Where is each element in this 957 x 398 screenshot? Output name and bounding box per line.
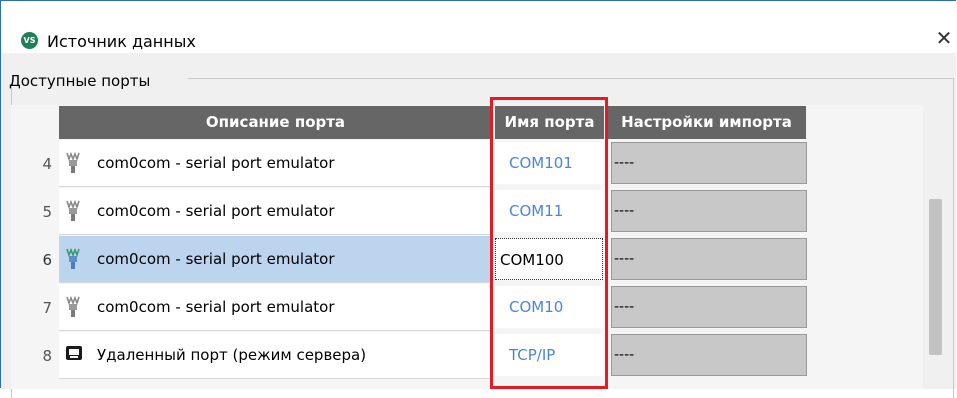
port-description: com0com - serial port emulator: [97, 154, 335, 172]
window-title: Источник данных: [47, 32, 196, 51]
port-name: COM11: [509, 202, 564, 220]
port-name-cell[interactable]: TCP/IP: [495, 334, 603, 376]
table-row[interactable]: 4 com0com - serial port emulator COM101 ---…: [11, 140, 811, 188]
table-row[interactable]: 6 com0com - serial port emulator COM100 ---…: [11, 236, 811, 284]
serial-port-icon: [65, 247, 81, 270]
port-description-cell[interactable]: com0com - serial port emulator: [59, 284, 493, 331]
column-header-port-name[interactable]: Имя порта: [495, 106, 605, 139]
port-name: COM101: [509, 154, 573, 172]
table-row[interactable]: 5 com0com - serial port emulator COM11 ----: [11, 188, 811, 236]
serial-port-icon: [65, 199, 81, 222]
data-source-dialog: VS Источник данных ✕ Доступные порты Опи…: [0, 0, 956, 398]
serial-port-icon: [65, 295, 81, 318]
port-name: COM10: [509, 298, 564, 316]
vertical-scrollbar[interactable]: [925, 105, 945, 389]
dialog-body: Доступные порты Описание порта Имя порта…: [1, 53, 956, 398]
table-row[interactable]: 7 com0com - serial port emulator COM10 ----: [11, 284, 811, 332]
import-settings-value: ----: [614, 203, 635, 219]
ports-table: Описание порта Имя порта Настройки импор…: [11, 105, 923, 389]
import-settings-cell[interactable]: ----: [611, 238, 807, 280]
port-description-cell[interactable]: Удаленный порт (режим сервера): [59, 332, 493, 379]
port-description: com0com - serial port emulator: [97, 202, 335, 220]
port-name-cell[interactable]: COM100: [495, 238, 603, 280]
port-name: COM100: [500, 251, 564, 269]
import-settings-cell[interactable]: ----: [611, 142, 807, 184]
app-icon: VS: [21, 32, 38, 49]
row-number: 4: [42, 155, 52, 173]
import-settings-value: ----: [614, 347, 635, 363]
row-number: 8: [42, 347, 52, 365]
import-settings-value: ----: [614, 299, 635, 315]
import-settings-value: ----: [614, 155, 635, 171]
close-icon[interactable]: ✕: [933, 27, 955, 49]
port-name: TCP/IP: [509, 346, 556, 364]
port-description-cell[interactable]: com0com - serial port emulator: [59, 140, 493, 187]
port-description: Удаленный порт (режим сервера): [97, 346, 367, 364]
row-number: 7: [42, 299, 52, 317]
table-header: Описание порта Имя порта Настройки импор…: [59, 106, 807, 139]
import-settings-cell[interactable]: ----: [611, 334, 807, 376]
port-description-cell[interactable]: com0com - serial port emulator: [59, 188, 493, 235]
row-number: 6: [42, 251, 52, 269]
ports-group-label: Доступные порты: [9, 72, 151, 90]
scroll-thumb[interactable]: [929, 199, 942, 355]
import-settings-cell[interactable]: ----: [611, 286, 807, 328]
port-name-cell[interactable]: COM10: [495, 286, 603, 328]
port-description: com0com - serial port emulator: [97, 298, 335, 316]
table-row[interactable]: 8 Удаленный порт (режим сервера) TCP/IP ---…: [11, 332, 811, 380]
remote-port-icon: [65, 344, 82, 366]
column-header-import-settings[interactable]: Настройки импорта: [607, 106, 807, 139]
import-settings-cell[interactable]: ----: [611, 190, 807, 232]
port-name-cell[interactable]: COM11: [495, 190, 603, 232]
port-description: com0com - serial port emulator: [97, 250, 335, 268]
port-description-cell[interactable]: com0com - serial port emulator: [59, 236, 493, 283]
import-settings-value: ----: [614, 251, 635, 267]
serial-port-icon: [65, 151, 81, 174]
row-number: 5: [42, 203, 52, 221]
column-header-description[interactable]: Описание порта: [59, 106, 493, 139]
title-bar: VS Источник данных ✕: [1, 1, 956, 53]
port-name-cell[interactable]: COM101: [495, 142, 603, 184]
